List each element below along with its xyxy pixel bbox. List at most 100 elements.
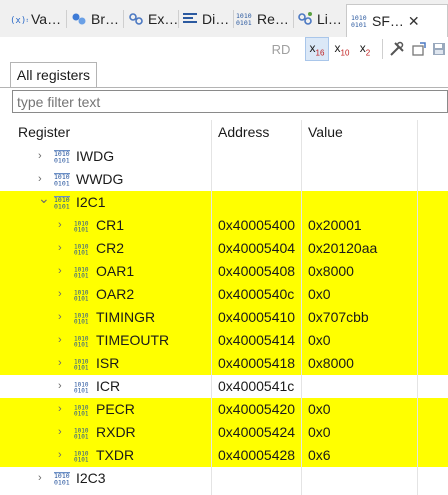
binary-format-icon: x2	[359, 40, 371, 58]
hex-format-icon: x16	[309, 40, 325, 58]
register-name: TXDR	[96, 447, 135, 463]
sfr-icon: 1010 0101	[351, 12, 369, 30]
variables-icon: (x)=	[10, 10, 28, 28]
tab-separator	[293, 10, 294, 28]
tab-label: Va…	[31, 11, 62, 27]
tab-disassembly[interactable]: Di…	[181, 5, 229, 33]
column-header-address[interactable]: Address	[218, 120, 269, 145]
column-divider	[417, 120, 418, 495]
tab-breakpoints[interactable]: Br…	[70, 5, 119, 33]
register-name: CR2	[96, 240, 125, 256]
register-address: 0x40005410	[218, 309, 296, 325]
tab-separator	[233, 10, 234, 28]
tab-label: SF…	[372, 13, 404, 29]
tree-group-row[interactable]: ⌄ 1010 0101 I2C1	[0, 191, 448, 214]
read-button[interactable]: RD	[268, 37, 294, 61]
register-value[interactable]: 0x0	[308, 398, 331, 421]
table-row[interactable]: › 1010 0101 TIMEOUTR 0x40005414 0x0	[0, 329, 448, 352]
chevron-right-icon[interactable]: ›	[58, 427, 68, 438]
view-toolbar: RD x16 x10 x2	[0, 37, 448, 62]
register-icon: 10100101	[74, 359, 89, 371]
save-button[interactable]	[430, 37, 448, 61]
tab-variables[interactable]: (x)= Va…	[10, 5, 61, 33]
configure-button[interactable]	[388, 37, 406, 61]
chevron-right-icon[interactable]: ›	[58, 358, 68, 369]
filter-input[interactable]	[12, 90, 448, 113]
tab-label: Di…	[202, 11, 230, 27]
tab-expressions[interactable]: Ex…	[127, 5, 178, 33]
chevron-right-icon[interactable]: ›	[58, 404, 68, 415]
chevron-right-icon[interactable]: ›	[38, 473, 48, 484]
tab-registers[interactable]: 1010 0101 Re…	[236, 5, 289, 33]
svg-text:0101: 0101	[74, 296, 89, 302]
tab-separator	[178, 10, 179, 28]
table-row[interactable]: › 1010 0101 ICR 0x4000541c	[0, 375, 448, 398]
chevron-right-icon[interactable]: ›	[38, 174, 48, 185]
table-row[interactable]: › 1010 0101 OAR2 0x4000540c 0x0	[0, 283, 448, 306]
chevron-right-icon[interactable]: ›	[58, 266, 68, 277]
register-name: CR1	[96, 217, 125, 233]
table-row[interactable]: › 1010 0101 CR2 0x40005404 0x20120aa	[0, 237, 448, 260]
svg-text:0101: 0101	[74, 342, 89, 348]
table-row[interactable]: › 1010 0101 PECR 0x40005420 0x0	[0, 398, 448, 421]
chevron-right-icon[interactable]: ›	[58, 312, 68, 323]
chevron-right-icon[interactable]: ›	[58, 220, 68, 231]
register-name: OAR2	[96, 286, 135, 302]
svg-text:0101: 0101	[54, 157, 70, 164]
svg-text:(x)=: (x)=	[10, 16, 28, 26]
chevron-right-icon[interactable]: ›	[58, 381, 68, 392]
table-row[interactable]: › 1010 0101 ISR 0x40005418 0x8000	[0, 352, 448, 375]
register-icon: 10100101	[74, 221, 89, 233]
register-value[interactable]: 0x20120aa	[308, 237, 377, 260]
chevron-right-icon[interactable]: ›	[58, 450, 68, 461]
register-value[interactable]: 0x0	[308, 421, 331, 444]
table-row[interactable]: › 1010 0101 OAR1 0x40005408 0x8000	[0, 260, 448, 283]
column-divider	[211, 120, 212, 495]
tab-sfr[interactable]: 1010 0101 SF… ✕	[346, 4, 448, 37]
chevron-down-icon[interactable]: ⌄	[38, 191, 50, 205]
chevron-right-icon[interactable]: ›	[58, 289, 68, 300]
close-icon[interactable]: ✕	[408, 13, 420, 30]
binary-format-button[interactable]: x2	[355, 37, 375, 61]
register-value[interactable]: 0x8000	[308, 352, 354, 375]
register-value[interactable]: 0x20001	[308, 214, 362, 237]
register-icon: 10100101	[74, 290, 89, 302]
table-row[interactable]: › 1010 0101 TIMINGR 0x40005410 0x707cbb	[0, 306, 448, 329]
register-value[interactable]: 0x0	[308, 329, 331, 352]
column-divider	[301, 120, 302, 495]
tree-group-row[interactable]: › 1010 0101 WWDG	[0, 168, 448, 191]
tab-label: Ex…	[148, 11, 179, 27]
tab-separator	[66, 10, 67, 28]
register-icon: 10100101	[74, 382, 89, 394]
tab-separator	[123, 10, 124, 28]
column-header-value[interactable]: Value	[308, 120, 343, 145]
register-icon: 10100101	[74, 451, 89, 463]
register-name: I2C3	[76, 470, 106, 486]
breakpoints-icon	[70, 10, 88, 28]
table-row[interactable]: › 1010 0101 RXDR 0x40005424 0x0	[0, 421, 448, 444]
register-name: RXDR	[96, 424, 136, 440]
register-icon: 10100101	[74, 313, 89, 325]
register-value[interactable]: 0x6	[308, 444, 331, 467]
hex-format-button[interactable]: x16	[305, 37, 329, 61]
chevron-right-icon[interactable]: ›	[38, 151, 48, 162]
export-button[interactable]	[410, 37, 428, 61]
peripheral-icon: 10100101	[54, 196, 70, 209]
svg-text:0101: 0101	[236, 19, 252, 27]
tree-group-row[interactable]: › 1010 0101 IWDG	[0, 145, 448, 168]
chevron-right-icon[interactable]: ›	[58, 335, 68, 346]
register-value[interactable]: 0x0	[308, 283, 331, 306]
register-value[interactable]: 0x8000	[308, 260, 354, 283]
tab-all-registers[interactable]: All registers	[10, 62, 97, 87]
register-value[interactable]: 0x707cbb	[308, 306, 369, 329]
svg-text:0101: 0101	[74, 411, 89, 417]
chevron-right-icon[interactable]: ›	[58, 243, 68, 254]
decimal-format-button[interactable]: x10	[331, 37, 353, 61]
svg-text:0101: 0101	[74, 273, 89, 279]
table-row[interactable]: › 1010 0101 CR1 0x40005400 0x20001	[0, 214, 448, 237]
table-row[interactable]: › 1010 0101 TXDR 0x40005428 0x6	[0, 444, 448, 467]
tab-label: Br…	[91, 11, 119, 27]
tree-group-row[interactable]: › 1010 0101 I2C3	[0, 467, 448, 490]
column-header-register[interactable]: Register	[18, 120, 70, 145]
tab-live-expressions[interactable]: Li…	[296, 5, 342, 33]
